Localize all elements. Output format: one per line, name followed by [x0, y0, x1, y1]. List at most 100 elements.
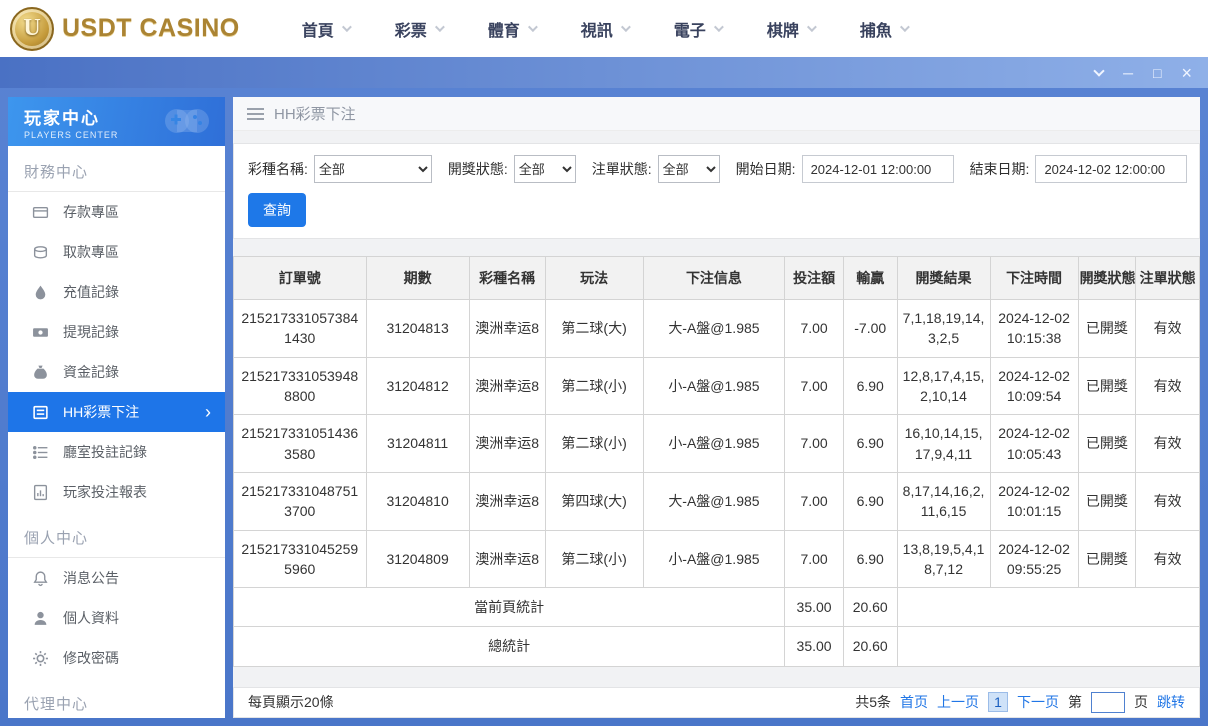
nav-item-video[interactable]: 視訊: [581, 17, 631, 41]
prev-page-link[interactable]: 上一页: [937, 692, 979, 712]
sidebar-item-recharge-record[interactable]: 充值記錄: [8, 272, 225, 312]
jump-label-post: 页: [1134, 694, 1148, 711]
sidebar-item-change-password[interactable]: 修改密碼: [8, 638, 225, 678]
chevron-down-icon[interactable]: [1093, 64, 1105, 77]
close-button[interactable]: ×: [1181, 64, 1192, 82]
jump-button[interactable]: 跳转: [1157, 692, 1185, 712]
order-status-select[interactable]: 全部: [657, 155, 720, 184]
table-cell: 澳洲幸运8: [468, 529, 546, 589]
sidebar-item-label: 提現記錄: [63, 324, 119, 340]
search-button[interactable]: 查詢: [248, 193, 306, 228]
breadcrumb: HH彩票下注: [233, 97, 1200, 132]
table-cell: 2152173310452595960: [233, 529, 367, 589]
summary-label: 總統計: [233, 626, 786, 667]
workspace: 玩家中心 PLAYERS CENTER 財務中心 存款專區 取款專區 充值記錄 提現記錄…: [0, 88, 1208, 726]
sidebar-item-announcements[interactable]: 消息公告: [8, 558, 225, 598]
chevron-right-icon: ›: [205, 402, 211, 422]
sidebar-item-funds-record[interactable]: 資金記錄: [8, 352, 225, 392]
password-icon: [32, 650, 49, 667]
sidebar-item-hh-lottery-bets[interactable]: HH彩票下注 ›: [8, 392, 225, 432]
table-cell: 澳洲幸运8: [468, 471, 546, 531]
table-cell: 澳洲幸运8: [468, 356, 546, 416]
table-cell: 第二球(小): [544, 356, 644, 416]
summary-empty-cell: [896, 626, 1200, 667]
top-navbar: U USDT CASINO 首頁 彩票 體育 視訊 電子 棋牌 捕魚: [0, 0, 1208, 57]
table-cell: 第二球(小): [544, 414, 644, 473]
table-cell: 6.90: [842, 529, 898, 589]
table-row: 2152173310539488800 31204812 澳洲幸运8 第二球(小) 小-…: [233, 356, 1200, 416]
table-cell: 7.00: [784, 471, 844, 531]
table-cell: 小-A盤@1.985: [642, 414, 786, 473]
maximize-button[interactable]: □: [1153, 66, 1161, 80]
sidebar-item-cashout-record[interactable]: 提現記錄: [8, 312, 225, 352]
table-footer: 每頁顯示20條 共5条 首页 上一页 1 下一页 第 页 跳转: [233, 686, 1200, 718]
next-page-link[interactable]: 下一页: [1017, 692, 1059, 712]
nav-item-slots[interactable]: 電子: [673, 17, 724, 41]
chevron-down-icon: [341, 22, 352, 33]
table-cell: 7.00: [784, 299, 844, 358]
column-header: 投注額: [784, 256, 844, 301]
chevron-down-icon: [434, 22, 445, 33]
minimize-button[interactable]: ─: [1123, 66, 1133, 80]
table-cell: 澳洲幸运8: [468, 414, 546, 473]
table-cell: 2024-12-02 10:09:54: [989, 356, 1079, 416]
table-cell: 13,8,19,5,4,18,7,12: [896, 529, 991, 589]
column-header: 輸贏: [842, 256, 898, 301]
column-header: 下注信息: [642, 256, 786, 301]
table-cell: 31204809: [365, 529, 470, 589]
first-page-link[interactable]: 首页: [900, 692, 928, 712]
table-cell: 第四球(大): [544, 471, 644, 531]
cashout-record-icon: [32, 324, 49, 341]
nav-item-chess-cards[interactable]: 棋牌: [766, 17, 817, 41]
table-cell: 6.90: [842, 414, 898, 473]
main-nav: 首頁 彩票 體育 視訊 電子 棋牌 捕魚: [302, 17, 910, 41]
sidebar-item-deposit[interactable]: 存款專區: [8, 192, 225, 232]
table-cell: 7,1,18,19,14,3,2,5: [896, 299, 991, 358]
filter-row: 彩種名稱: 全部 開獎狀態: 全部 注單狀態: 全部 開始日期: 結束日期:: [248, 155, 1188, 184]
table-cell: 2024-12-02 10:05:43: [989, 414, 1079, 473]
draw-status-filter-label: 開獎狀態:: [447, 161, 508, 178]
current-page[interactable]: 1: [988, 692, 1008, 713]
column-header: 開獎狀態: [1077, 256, 1137, 301]
sidebar-section-label: 代理中心: [8, 678, 225, 718]
table-cell: 7.00: [784, 414, 844, 473]
sidebar-item-profile[interactable]: 個人資料: [8, 598, 225, 638]
table-cell: 7.00: [784, 356, 844, 416]
draw-status-select[interactable]: 全部: [513, 155, 576, 184]
page-jump-input[interactable]: [1091, 691, 1125, 713]
sidebar-item-player-bet-report[interactable]: 玩家投注報表: [8, 472, 225, 512]
nav-item-label: 電子: [673, 22, 706, 40]
table-cell: 31204811: [365, 414, 470, 473]
table-cell: 已開獎: [1077, 356, 1137, 416]
end-date-input[interactable]: [1035, 155, 1188, 184]
table-cell: 已開獎: [1077, 414, 1137, 473]
jump-label-pre: 第: [1068, 694, 1082, 711]
nav-item-sports[interactable]: 體育: [488, 17, 538, 41]
nav-item-fishing[interactable]: 捕魚: [860, 17, 910, 41]
sidebar-item-hall-bet-record[interactable]: 廳室投註記錄: [8, 432, 225, 472]
table-cell: 31204813: [365, 299, 470, 358]
table-header-row: 訂單號 期數 彩種名稱 玩法 下注信息 投注額 輸贏 開獎結果 下注時間 開獎狀態 注單狀態: [233, 256, 1200, 301]
lottery-select[interactable]: 全部: [313, 155, 432, 184]
chevron-down-icon: [620, 22, 631, 33]
column-header: 期數: [365, 256, 470, 301]
end-date-filter: 結束日期:: [970, 155, 1188, 184]
gamepad-icon: [165, 109, 209, 133]
column-header: 玩法: [544, 256, 644, 301]
profile-icon: [32, 610, 49, 627]
lottery-filter-label: 彩種名稱:: [248, 161, 308, 178]
table-row: 2152173310452595960 31204809 澳洲幸运8 第二球(小) 小-…: [233, 529, 1200, 589]
start-date-input[interactable]: [801, 155, 954, 184]
sidebar-section-label: 個人中心: [8, 512, 225, 558]
chevron-down-icon: [527, 22, 538, 33]
nav-item-home[interactable]: 首頁: [302, 17, 352, 41]
page-title: HH彩票下注: [274, 106, 356, 124]
logo-letter: U: [23, 15, 41, 41]
table-cell: 6.90: [842, 356, 898, 416]
nav-item-lottery[interactable]: 彩票: [395, 17, 445, 41]
sidebar-item-withdraw[interactable]: 取款專區: [8, 232, 225, 272]
nav-item-label: 棋牌: [766, 22, 799, 40]
sidebar-item-label: 玩家投注報表: [63, 484, 147, 500]
table-cell: 16,10,14,15,17,9,4,11: [896, 414, 991, 473]
menu-toggle-icon[interactable]: [247, 107, 264, 121]
